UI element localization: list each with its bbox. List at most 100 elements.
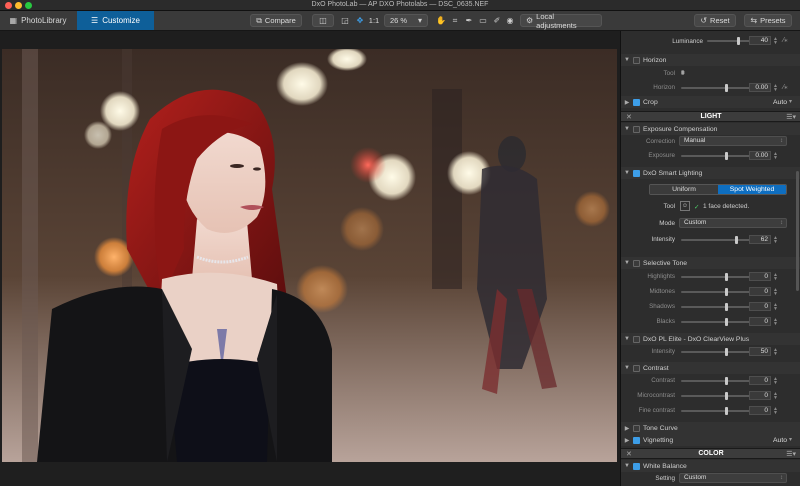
stepper-icon[interactable]: ▲ ▼ [773,84,778,93]
customize-tab[interactable]: ☰ Customize [77,11,154,30]
exposure-enable-checkbox[interactable] [633,125,640,133]
panel-scrollbar[interactable] [796,171,799,291]
tone-curve-header[interactable]: ▶ Tone Curve [621,422,800,434]
selective-tone-value[interactable]: 0 [749,317,771,326]
repair-tool-button[interactable]: ✐ [490,14,504,27]
eyedropper-tool-button[interactable]: ✒ [462,14,476,27]
stepper-icon[interactable]: ▲ ▼ [773,273,778,282]
slider-knob[interactable] [737,37,740,45]
stepper-icon[interactable]: ▲ ▼ [773,288,778,297]
exposure-correction-select[interactable]: Manual [679,136,787,146]
slider-knob[interactable] [725,407,728,415]
local-adjustments-button[interactable]: ⚙ Local adjustments [520,12,602,30]
slider-knob[interactable] [725,318,728,326]
chevron-down-icon[interactable]: ▾ [789,436,792,443]
selective-tone-value[interactable]: 0 [749,302,771,311]
white-balance-setting-select[interactable]: Custom [679,473,787,483]
stepper-icon[interactable]: ▲ ▼ [773,377,778,386]
chevron-down-icon[interactable]: ▾ [789,98,792,105]
horizon-tool-button[interactable]: ▭ [476,14,490,27]
exposure-value[interactable]: 0.00 [749,151,771,160]
spot-weighted-option[interactable]: Spot Weighted [718,185,786,194]
horizon-header[interactable]: ▼ Horizon [621,54,800,66]
collapse-arrow-icon: ▼ [624,170,630,176]
slider-knob[interactable] [725,288,728,296]
clearview-intensity-value[interactable]: 50 [749,347,771,356]
exposure-header[interactable]: ▼ Exposure Compensation [621,123,800,135]
slider-knob[interactable] [725,84,728,92]
magic-wand-icon[interactable]: ⁄⁎ [783,83,788,91]
slider-knob[interactable] [725,152,728,160]
smart-lighting-intensity-value[interactable]: 62 [749,235,771,244]
zoom-select[interactable]: 26 % ▾ [384,14,428,27]
stepper-icon[interactable]: ▲ ▼ [773,392,778,401]
crop-enable-checkbox[interactable] [633,98,640,106]
color-section-header[interactable]: ✕ COLOR ☰▾ [621,448,800,459]
preview-toggle-button[interactable]: ◉ [503,14,517,27]
contrast-value[interactable]: 0 [749,391,771,400]
stepper-icon[interactable]: ▲ ▼ [773,303,778,312]
filmstrip-area [0,462,620,486]
luminance-value[interactable]: 40 [749,36,771,45]
horizon-value[interactable]: 0.00 [749,83,771,92]
vignetting-enable-checkbox[interactable] [633,436,640,444]
contrast-enable-checkbox[interactable] [633,364,640,372]
slider-knob[interactable] [725,392,728,400]
photolibrary-tab[interactable]: ▦ PhotoLibrary [0,11,76,30]
split-view-button[interactable]: ◫ [312,14,334,27]
clearview-intensity-row: Intensity 50 ▲ ▼ [651,347,778,357]
slider-knob[interactable] [725,377,728,385]
clearview-header[interactable]: ▼ DxO PL Elite - DxO ClearView Plus [621,333,800,345]
crop-header[interactable]: ▶ Crop Auto ▾ [621,96,800,108]
light-section-header[interactable]: ✕ LIGHT ☰▾ [621,111,800,122]
exposure-row: Exposure 0.00 ▲ ▼ [648,151,778,161]
fit-screen-button[interactable]: ◲ [338,14,352,27]
menu-icon[interactable]: ☰▾ [786,113,796,121]
contrast-value[interactable]: 0 [749,406,771,415]
close-icon[interactable]: ✕ [626,113,632,121]
smart-lighting-tool-button[interactable]: ✋ [434,14,448,27]
horizon-enable-checkbox[interactable] [633,56,640,64]
selective-tone-value[interactable]: 0 [749,272,771,281]
contrast-value[interactable]: 0 [749,376,771,385]
reset-button[interactable]: ↺ Reset [694,14,736,27]
crop-tool-button[interactable]: ⌗ [448,14,462,27]
white-balance-header[interactable]: ▼ White Balance [621,460,800,472]
reset-icon: ↺ [700,16,708,25]
magic-wand-icon[interactable]: ⁄⁎ [783,36,788,44]
face-detect-icon[interactable]: ☺ [680,201,690,211]
smart-lighting-mode-select[interactable]: Custom [679,218,787,228]
stepper-icon[interactable]: ▲ ▼ [773,348,778,357]
stepper-icon[interactable]: ▲ ▼ [773,407,778,416]
smart-lighting-header[interactable]: ▼ DxO Smart Lighting [621,167,800,179]
smart-lighting-enable-checkbox[interactable] [633,169,640,177]
slider-knob[interactable] [725,303,728,311]
selective-tone-enable-checkbox[interactable] [633,259,640,267]
horizon-tool-icon[interactable]: ⩩ [681,70,685,78]
slider-knob[interactable] [725,348,728,356]
selective-tone-row: Shadows 0 ▲ ▼ [649,302,778,312]
selective-tone-value[interactable]: 0 [749,287,771,296]
stepper-icon[interactable]: ▲ ▼ [773,236,778,245]
slider-knob[interactable] [735,236,738,244]
clearview-enable-checkbox[interactable] [633,335,640,343]
contrast-header[interactable]: ▼ Contrast [621,362,800,374]
menu-icon[interactable]: ☰▾ [786,450,796,458]
zoom-100-button[interactable]: 1:1 [366,14,382,27]
move-tool-button[interactable]: ✥ [353,14,367,27]
collapse-arrow-icon: ▼ [624,463,630,469]
stepper-icon[interactable]: ▲ ▼ [773,37,778,46]
uniform-option[interactable]: Uniform [650,185,718,194]
chevron-down-icon: ▾ [417,16,422,25]
stepper-icon[interactable]: ▲ ▼ [773,152,778,161]
slider-knob[interactable] [725,273,728,281]
tone-curve-enable-checkbox[interactable] [633,424,640,432]
presets-button[interactable]: ⇆ Presets [744,14,792,27]
compare-button[interactable]: ⧉ Compare [250,14,302,27]
selective-tone-header[interactable]: ▼ Selective Tone [621,257,800,269]
stepper-icon[interactable]: ▲ ▼ [773,318,778,327]
vignetting-header[interactable]: ▶ Vignetting Auto ▾ [621,434,800,446]
image-viewer[interactable] [2,49,617,462]
close-icon[interactable]: ✕ [626,450,632,458]
white-balance-enable-checkbox[interactable] [633,462,640,470]
